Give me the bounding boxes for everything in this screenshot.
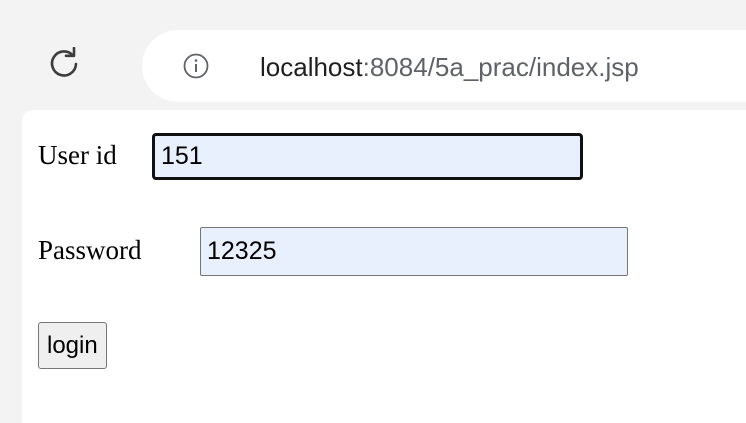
info-icon[interactable]	[183, 53, 209, 79]
page-content: User id Password login	[22, 110, 746, 423]
password-input[interactable]	[200, 227, 628, 276]
login-button[interactable]: login	[38, 322, 107, 369]
address-bar[interactable]: localhost:8084/5a_prac/index.jsp	[142, 30, 746, 102]
reload-icon	[50, 47, 78, 77]
password-label: Password	[38, 235, 142, 265]
userid-label: User id	[38, 140, 117, 170]
userid-input[interactable]	[152, 133, 583, 180]
url-path: :8084/5a_prac/index.jsp	[362, 52, 639, 82]
browser-toolbar: localhost:8084/5a_prac/index.jsp	[0, 0, 746, 108]
url-host: localhost	[260, 52, 363, 82]
url-text[interactable]: localhost:8084/5a_prac/index.jsp	[260, 50, 639, 84]
reload-button[interactable]	[46, 46, 82, 82]
